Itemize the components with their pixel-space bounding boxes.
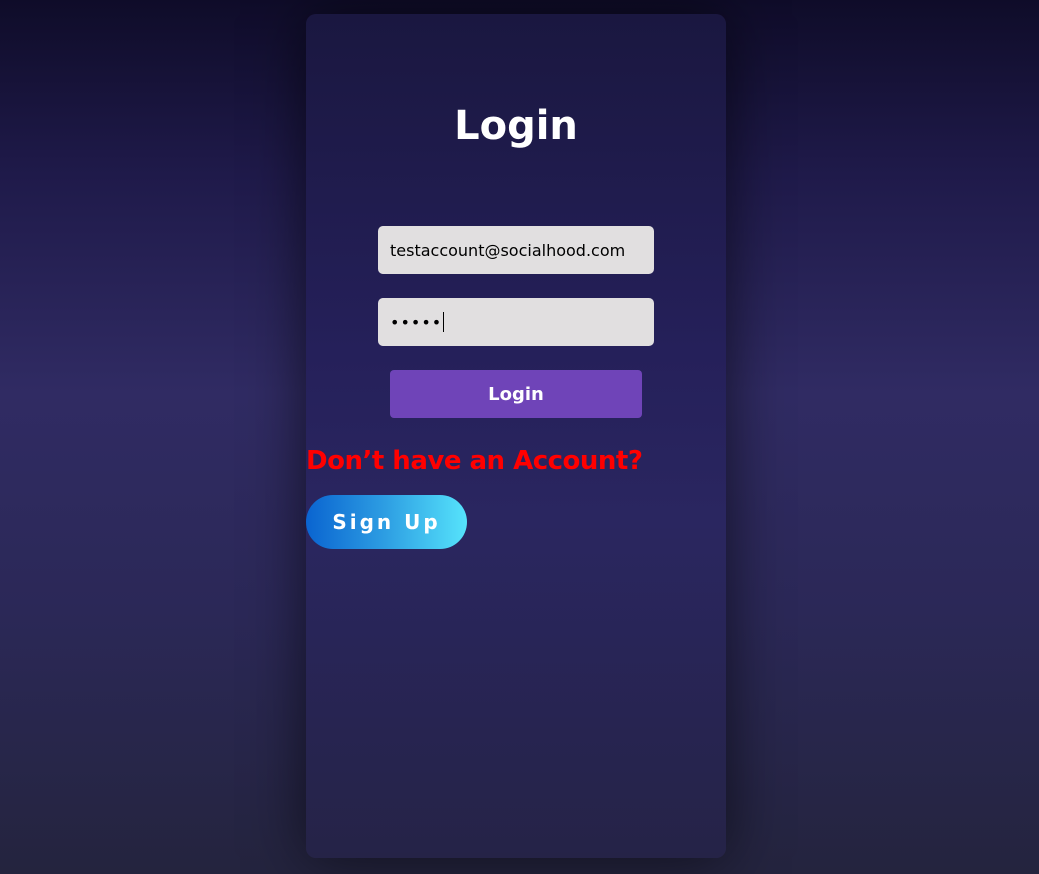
- email-field-value: testaccount@socialhood.com: [390, 240, 626, 260]
- login-button[interactable]: Login: [390, 370, 642, 418]
- login-button-label: Login: [488, 383, 544, 405]
- page-title: Login: [454, 103, 578, 149]
- signup-button-label: Sign Up: [332, 510, 441, 534]
- text-caret: [443, 312, 445, 332]
- signup-button[interactable]: Sign Up: [306, 495, 467, 549]
- login-card: Login testaccount@socialhood.com ••••• L…: [306, 14, 726, 858]
- email-field[interactable]: testaccount@socialhood.com: [378, 226, 654, 274]
- password-field-value: •••••: [390, 312, 443, 332]
- no-account-prompt: Don’t have an Account?: [306, 446, 643, 476]
- password-field[interactable]: •••••: [378, 298, 654, 346]
